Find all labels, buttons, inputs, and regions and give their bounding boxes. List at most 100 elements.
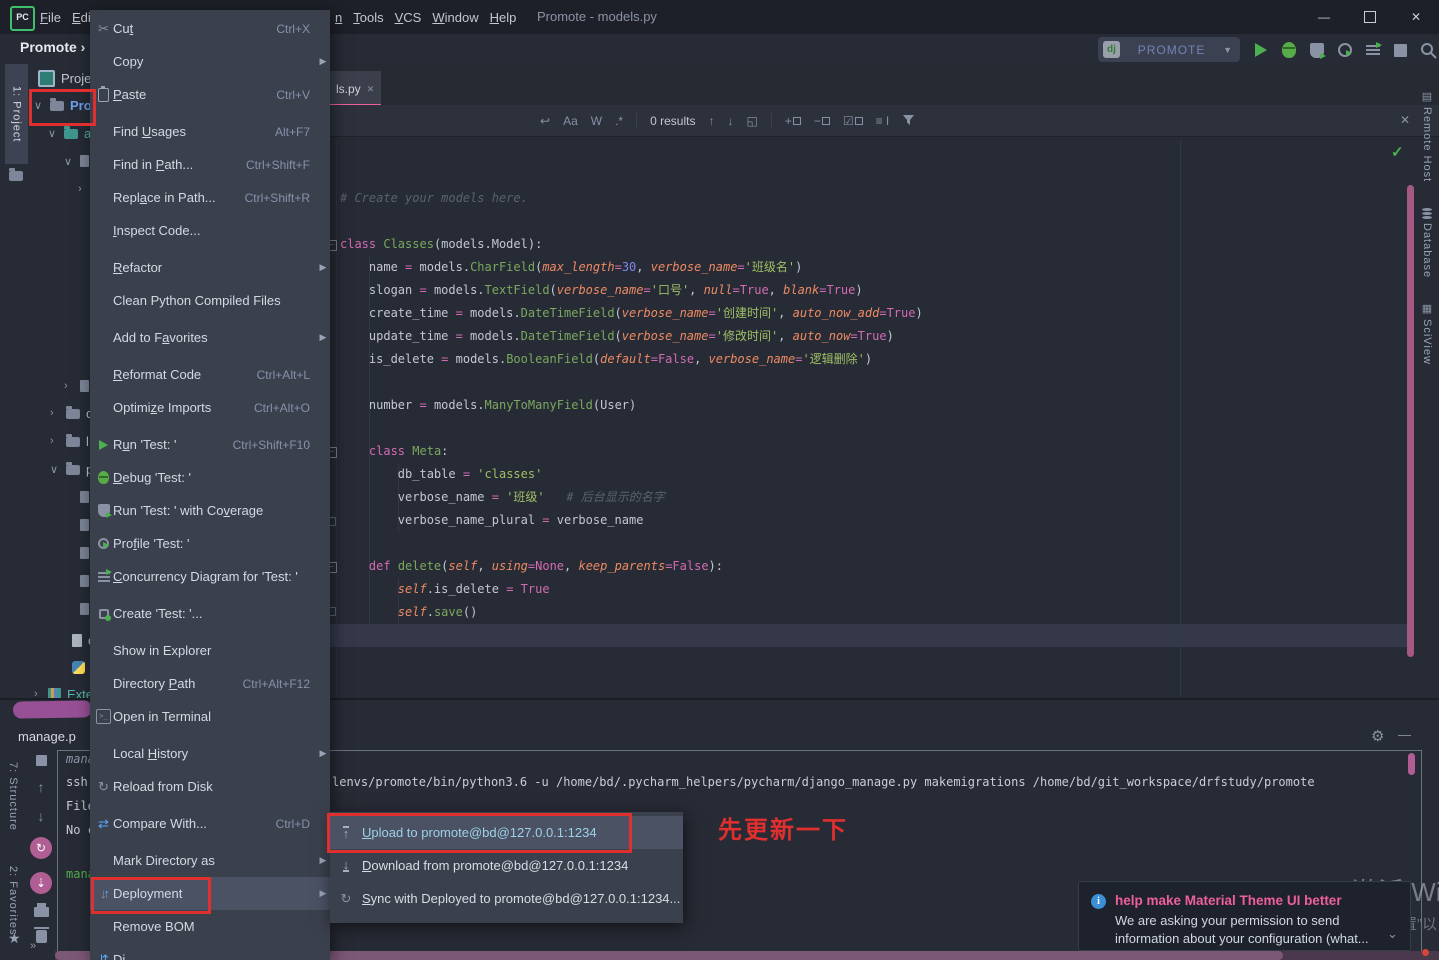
- menu-item-run-test-with-coverage[interactable]: Run 'Test: ' with Coverage: [90, 494, 330, 527]
- run-panel-toolbar: ↑ ↓ ↻ ⇣: [26, 755, 56, 956]
- delete-icon[interactable]: [26, 927, 56, 943]
- next-occurrence-icon[interactable]: ↓: [727, 114, 733, 128]
- submenu-item-download[interactable]: ↓ Download from promote@bd@127.0.0.1:1234: [330, 849, 683, 882]
- submenu-item-upload[interactable]: ↑ Upload to promote@bd@127.0.0.1:1234: [330, 816, 683, 849]
- menu-item-directory-path[interactable]: Directory Path Ctrl+Alt+F12: [90, 667, 330, 700]
- console-scrollbar[interactable]: [1408, 753, 1415, 775]
- select-all-occurrences-icon[interactable]: ☑: [843, 114, 863, 128]
- notification-title[interactable]: help make Material Theme UI better: [1115, 893, 1342, 908]
- menu-item-remove-bom[interactable]: Remove BOM: [90, 910, 330, 943]
- search-in-selection-icon[interactable]: ◱: [746, 114, 757, 128]
- tree-arrow-icon[interactable]: ∨: [34, 99, 46, 112]
- prev-occurrence-icon[interactable]: ↑: [708, 114, 714, 128]
- words-toggle[interactable]: W: [591, 114, 602, 128]
- tree-arrow-icon[interactable]: ›: [50, 407, 62, 419]
- rerun-icon[interactable]: ↻: [26, 837, 56, 859]
- play-icon[interactable]: [1252, 42, 1269, 59]
- menu-item-debug-test[interactable]: Debug 'Test: ': [90, 461, 330, 494]
- tree-arrow-icon[interactable]: ∨: [48, 127, 60, 140]
- tab-close-icon[interactable]: ✕: [367, 84, 375, 95]
- run-panel-tab[interactable]: manage.p: [18, 729, 76, 744]
- match-case-toggle[interactable]: Aa: [563, 114, 578, 128]
- gear-icon[interactable]: ⚙: [1371, 727, 1384, 745]
- search-lines-icon[interactable]: ≡ I: [876, 114, 890, 128]
- sidebar-item-database[interactable]: Database: [1421, 208, 1433, 278]
- print-icon[interactable]: [26, 903, 56, 917]
- restart-icon[interactable]: ⇣: [26, 872, 56, 894]
- debug-icon[interactable]: [1280, 42, 1297, 59]
- coverage-icon[interactable]: [1308, 42, 1326, 59]
- menu-item-open-in-terminal[interactable]: >_ Open in Terminal: [90, 700, 330, 733]
- run-configuration-select[interactable]: dj PROMOTE ▼: [1098, 37, 1240, 62]
- tree-arrow-icon[interactable]: ∨: [64, 155, 76, 168]
- sidebar-item-structure[interactable]: 7: Structure: [7, 762, 19, 831]
- sidebar-item-project[interactable]: 1: Project: [5, 64, 28, 164]
- menu-item-clean-python-compiled-files[interactable]: Clean Python Compiled Files: [90, 284, 330, 317]
- menu-item-inspect-code[interactable]: Inspect Code...: [90, 214, 330, 247]
- filter-icon[interactable]: [902, 114, 915, 129]
- menu-file[interactable]: File: [40, 10, 61, 25]
- tree-arrow-icon[interactable]: ›: [64, 380, 76, 392]
- tab-models-py[interactable]: ls.py ✕: [330, 71, 381, 107]
- find-close-icon[interactable]: ✕: [1400, 113, 1410, 127]
- menu-item-show-in-explorer[interactable]: Show in Explorer: [90, 634, 330, 667]
- sidebar-item-sciview[interactable]: ▦ SciView: [1421, 304, 1433, 365]
- regex-toggle[interactable]: .*: [615, 114, 623, 128]
- menu-item-run-test[interactable]: Run 'Test: ' Ctrl+Shift+F10: [90, 428, 330, 461]
- submenu-item-sync[interactable]: ↻ Sync with Deployed to promote@bd@127.0.…: [330, 882, 683, 915]
- remove-occurrence-icon[interactable]: −: [814, 114, 830, 128]
- tree-arrow-icon[interactable]: ∨: [50, 463, 62, 476]
- concurrency-icon[interactable]: [1364, 42, 1382, 59]
- cut-icon: ✂: [98, 21, 109, 36]
- menu-edi[interactable]: Edi: [72, 10, 91, 25]
- menu-item-replace-in-path[interactable]: Replace in Path... Ctrl+Shift+R: [90, 181, 330, 214]
- menu-shortcut: Ctrl+Shift+F10: [232, 437, 310, 452]
- menu-vcs[interactable]: VCS: [395, 10, 422, 25]
- breadcrumb[interactable]: Promote ›: [20, 39, 85, 55]
- menu-item-reformat-code[interactable]: Reformat Code Ctrl+Alt+L: [90, 358, 330, 391]
- menu-tools[interactable]: Tools: [353, 10, 383, 25]
- menu-item-paste[interactable]: Paste Ctrl+V: [90, 78, 330, 111]
- stop-icon[interactable]: [1392, 42, 1409, 59]
- menu-item-label: Reformat Code: [113, 367, 202, 382]
- menu-item-reload-from-disk[interactable]: ↻ Reload from Disk: [90, 770, 330, 803]
- star-icon[interactable]: ★: [8, 930, 21, 947]
- menu-item-compare-with[interactable]: ⇄ Compare With... Ctrl+D: [90, 807, 330, 840]
- menu-item-add-to-favorites[interactable]: Add to Favorites ▶: [90, 321, 330, 354]
- maximize-button[interactable]: [1347, 0, 1393, 34]
- menu-item-mark-directory-as[interactable]: Mark Directory as ▶: [90, 844, 330, 877]
- menu-n[interactable]: n: [335, 10, 342, 25]
- search-icon[interactable]: [1420, 42, 1437, 59]
- minimize-button[interactable]: —: [1301, 0, 1347, 34]
- menu-item-di[interactable]: ⇵ Di: [90, 943, 330, 960]
- menu-item-find-usages[interactable]: Find Usages Alt+F7: [90, 115, 330, 148]
- server-icon: ▤: [1421, 91, 1433, 103]
- menu-item-copy[interactable]: Copy ▶: [90, 45, 330, 78]
- tree-arrow-icon[interactable]: ›: [78, 183, 90, 195]
- profile-icon[interactable]: [1336, 42, 1353, 59]
- menu-item-refactor[interactable]: Refactor ▶: [90, 251, 330, 284]
- stop-icon[interactable]: [26, 755, 56, 766]
- expand-notification-icon[interactable]: ⌄: [1387, 926, 1398, 942]
- add-occurrence-icon[interactable]: +: [785, 114, 801, 128]
- menu-item-local-history[interactable]: Local History ▶: [90, 737, 330, 770]
- menu-item-profile-test[interactable]: Profile 'Test: ': [90, 527, 330, 560]
- pycharm-window: PC File Edi n Tools VCS Window Help Promote -…: [0, 0, 1439, 960]
- search-history-icon[interactable]: ↩: [540, 114, 550, 128]
- menu-item-optimize-imports[interactable]: Optimize Imports Ctrl+Alt+O: [90, 391, 330, 424]
- down-icon[interactable]: ↓: [26, 808, 56, 824]
- sidebar-item-remote-host[interactable]: ▤ Remote Host: [1421, 91, 1433, 183]
- up-icon[interactable]: ↑: [26, 779, 56, 795]
- menu-item-deployment[interactable]: ↓↑ Deployment ▶: [90, 877, 330, 910]
- editor-scrollbar[interactable]: [1407, 185, 1414, 657]
- menu-help[interactable]: Help: [490, 10, 517, 25]
- tree-arrow-icon[interactable]: ›: [50, 435, 62, 447]
- menu-item-concurrency-diagram-for-test[interactable]: Concurrency Diagram for 'Test: ': [90, 560, 330, 593]
- close-button[interactable]: ✕: [1393, 0, 1439, 34]
- menu-window[interactable]: Window: [432, 10, 478, 25]
- sidebar-item-favorites[interactable]: 2: Favorites: [7, 866, 19, 935]
- hide-panel-icon[interactable]: —: [1398, 727, 1411, 742]
- menu-item-create-test[interactable]: Create 'Test: '...: [90, 597, 330, 630]
- menu-item-find-in-path[interactable]: Find in Path... Ctrl+Shift+F: [90, 148, 330, 181]
- menu-item-cut[interactable]: ✂ Cut Ctrl+X: [90, 12, 330, 45]
